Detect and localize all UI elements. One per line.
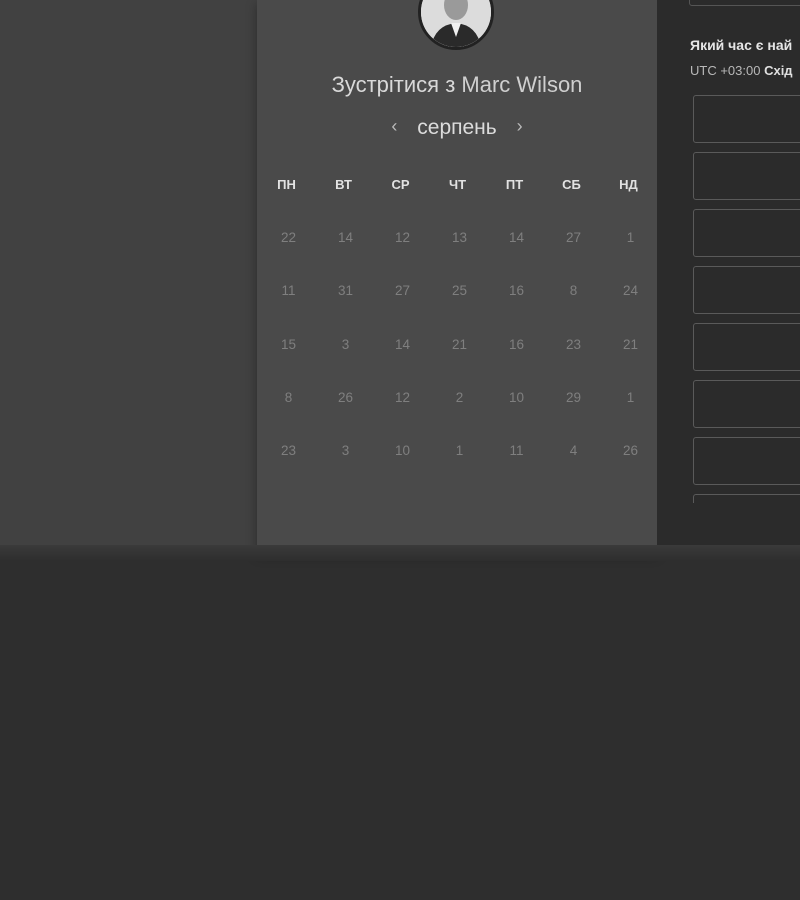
calendar-week: 15 3 14 21 16 23 21 xyxy=(260,337,660,390)
time-slot-viewport xyxy=(657,0,800,503)
weekday-label: ВТ xyxy=(335,177,352,192)
day-cell[interactable]: 23 xyxy=(545,337,602,390)
time-slot-button[interactable] xyxy=(693,323,800,371)
page-title: Зустрітися з Marc Wilson xyxy=(257,72,657,98)
weekday-label: ЧТ xyxy=(448,177,467,192)
day-cell[interactable]: 1 xyxy=(431,443,488,496)
day-cell[interactable]: 11 xyxy=(488,443,545,496)
day-cell[interactable]: 8 xyxy=(260,390,317,443)
title-prefix: Зустрітися з xyxy=(331,72,456,97)
day-cell[interactable]: 29 xyxy=(545,390,602,443)
day-cell[interactable]: 27 xyxy=(545,230,602,283)
day-cell[interactable]: 14 xyxy=(488,230,545,283)
time-slot-button[interactable] xyxy=(693,494,800,503)
day-cell[interactable]: 1 xyxy=(602,390,659,443)
calendar-week: 8 26 12 2 10 29 1 xyxy=(260,390,660,443)
day-cell[interactable]: 14 xyxy=(317,230,374,283)
weekday-label: СБ xyxy=(562,177,581,192)
day-cell[interactable]: 3 xyxy=(317,337,374,390)
day-cell[interactable]: 2 xyxy=(431,390,488,443)
calendar-grid: 22 14 12 13 14 27 1 11 31 27 25 16 8 24 … xyxy=(260,230,660,496)
day-cell[interactable]: 10 xyxy=(374,443,431,496)
weekday-label: ПН xyxy=(277,177,296,192)
chevron-right-icon[interactable]: › xyxy=(517,116,523,137)
day-cell[interactable]: 26 xyxy=(602,443,659,496)
day-cell[interactable]: 13 xyxy=(431,230,488,283)
day-cell[interactable]: 26 xyxy=(317,390,374,443)
day-cell[interactable]: 27 xyxy=(374,283,431,336)
day-cell[interactable]: 16 xyxy=(488,283,545,336)
day-cell[interactable]: 10 xyxy=(488,390,545,443)
day-cell[interactable]: 4 xyxy=(545,443,602,496)
weekday-label: НД xyxy=(619,177,638,192)
day-cell[interactable]: 12 xyxy=(374,390,431,443)
time-slot-list xyxy=(693,95,800,503)
month-label: серпень xyxy=(417,116,497,139)
day-cell[interactable]: 15 xyxy=(260,337,317,390)
time-slot-button[interactable] xyxy=(693,380,800,428)
day-cell[interactable]: 3 xyxy=(317,443,374,496)
day-cell[interactable]: 23 xyxy=(260,443,317,496)
calendar-week: 23 3 10 1 11 4 26 xyxy=(260,443,660,496)
calendar-week: 22 14 12 13 14 27 1 xyxy=(260,230,660,283)
day-cell[interactable]: 21 xyxy=(431,337,488,390)
weekday-label: ПТ xyxy=(505,177,524,192)
chevron-left-icon[interactable]: ‹ xyxy=(391,116,397,137)
day-cell[interactable]: 24 xyxy=(602,283,659,336)
weekday-header: ПН ВТ СР ЧТ ПТ СБ НД xyxy=(258,177,658,192)
day-cell[interactable]: 31 xyxy=(317,283,374,336)
divider-shadow xyxy=(0,545,800,561)
day-cell[interactable]: 16 xyxy=(488,337,545,390)
host-name: Marc Wilson xyxy=(461,72,583,97)
day-cell[interactable]: 1 xyxy=(602,230,659,283)
month-navigation: ‹ серпень › xyxy=(257,116,657,140)
time-slot-button[interactable] xyxy=(693,437,800,485)
time-slot-button[interactable] xyxy=(693,209,800,257)
day-cell[interactable]: 14 xyxy=(374,337,431,390)
time-slot-button[interactable] xyxy=(693,152,800,200)
time-slot-button[interactable] xyxy=(693,266,800,314)
time-slot-button[interactable] xyxy=(693,95,800,143)
day-cell[interactable]: 25 xyxy=(431,283,488,336)
calendar-week: 11 31 27 25 16 8 24 xyxy=(260,283,660,336)
day-cell[interactable]: 12 xyxy=(374,230,431,283)
day-cell[interactable]: 8 xyxy=(545,283,602,336)
day-cell[interactable]: 22 xyxy=(260,230,317,283)
weekday-label: СР xyxy=(391,177,410,192)
day-cell[interactable]: 11 xyxy=(260,283,317,336)
day-cell[interactable]: 21 xyxy=(602,337,659,390)
